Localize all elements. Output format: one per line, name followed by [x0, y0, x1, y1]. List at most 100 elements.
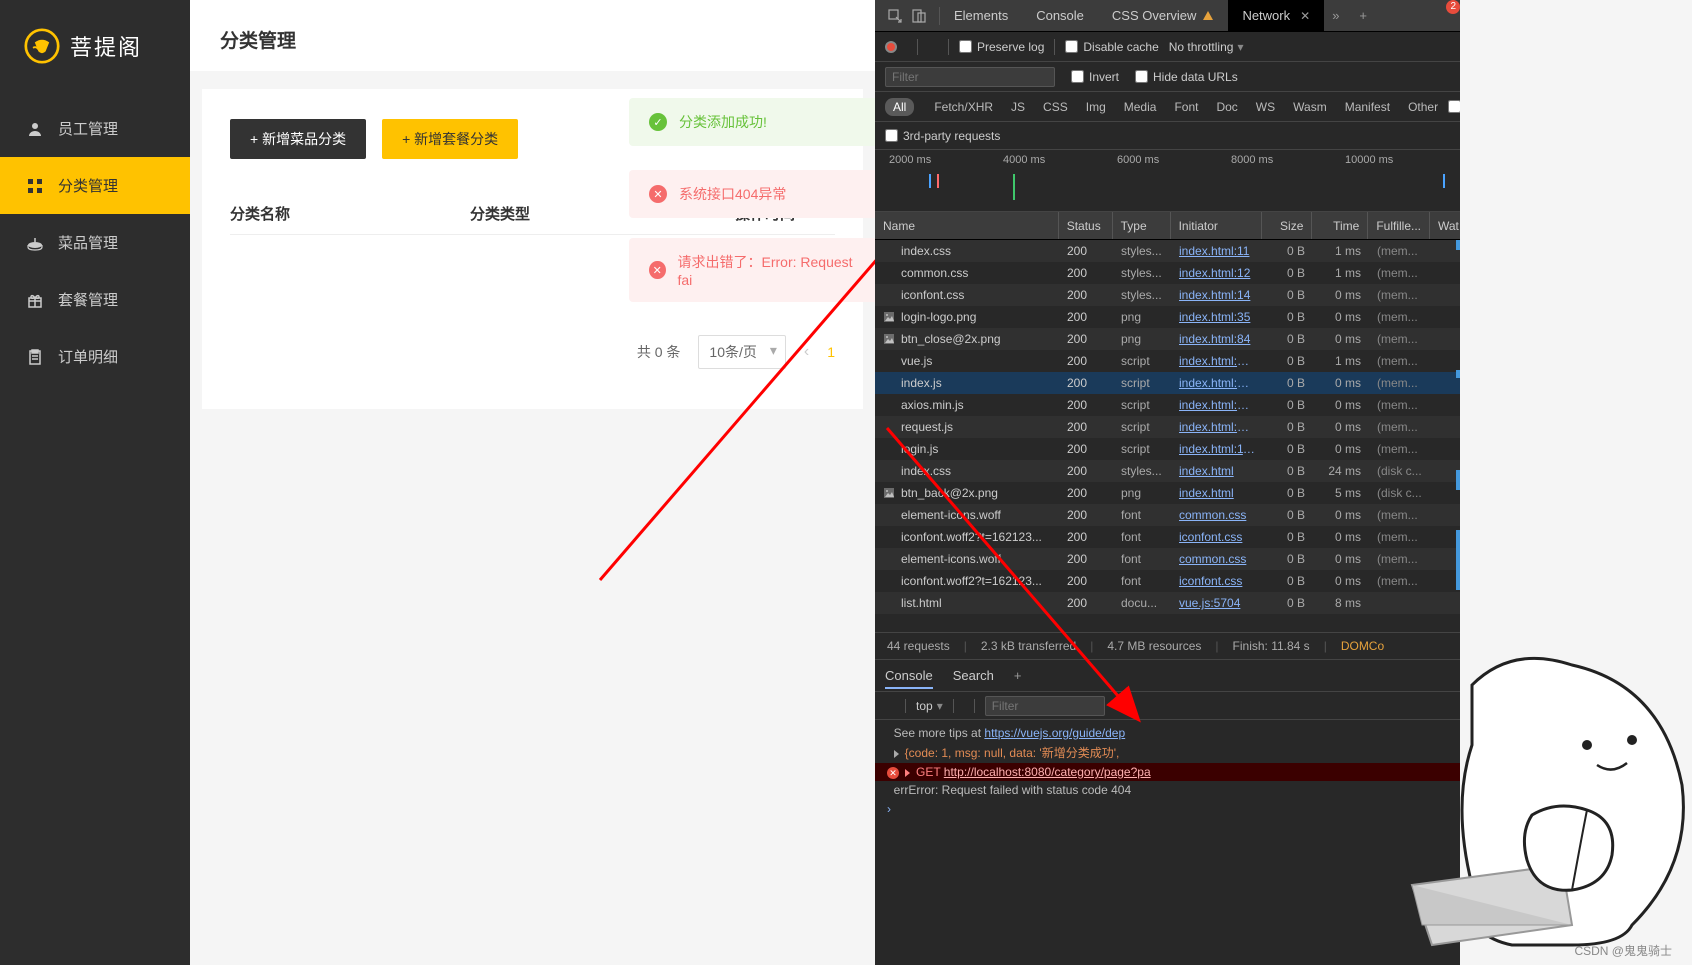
preserve-log-checkbox[interactable]: Preserve log — [959, 40, 1044, 54]
type-filter-manifest[interactable]: Manifest — [1337, 98, 1398, 116]
pagination: 共 0 条 10条/页 ‹ 1 — [230, 335, 835, 369]
type-filter-img[interactable]: Img — [1078, 98, 1114, 116]
close-icon[interactable]: ✕ — [1300, 9, 1310, 23]
throttling-select[interactable]: No throttling ▾ — [1169, 40, 1244, 54]
devtools-tabs: Elements Console CSS Overview Network✕ »… — [875, 0, 1460, 32]
logo: 菩提阁 — [0, 0, 190, 100]
error-icon: ✕ — [649, 261, 666, 279]
network-row[interactable]: vue.js200scriptindex.html:1040 B1 ms(mem… — [875, 350, 1460, 372]
th-time[interactable]: Time — [1312, 212, 1368, 239]
tab-css-overview[interactable]: CSS Overview — [1098, 0, 1229, 32]
network-row[interactable]: element-icons.woff200fontcommon.css0 B0 … — [875, 504, 1460, 526]
drawer-tab-search[interactable]: Search — [953, 668, 994, 683]
invert-checkbox[interactable]: Invert — [1071, 70, 1119, 84]
error-count-badge: 2 — [1446, 0, 1460, 14]
menu: 员工管理分类管理菜品管理套餐管理订单明细 — [0, 100, 190, 385]
network-row[interactable]: list.html200docu...vue.js:57040 B8 ms — [875, 592, 1460, 614]
clipboard-icon — [26, 348, 44, 366]
type-filter-media[interactable]: Media — [1116, 98, 1165, 116]
filter-row: Invert Hide data URLs — [875, 62, 1460, 92]
console-prompt[interactable]: › — [875, 799, 1460, 819]
drawer-add-icon[interactable]: + — [1014, 668, 1022, 683]
network-row[interactable]: btn_back@2x.png200pngindex.html0 B5 ms(d… — [875, 482, 1460, 504]
network-row[interactable]: index.css200styles...index.html0 B24 ms(… — [875, 460, 1460, 482]
network-row[interactable]: login-logo.png200pngindex.html:350 B0 ms… — [875, 306, 1460, 328]
network-toolbar: Preserve log Disable cache No throttling… — [875, 32, 1460, 62]
main: 分类管理 + 新增菜品分类 + 新增套餐分类 分类名称 分类类型 操作时间 共 … — [190, 0, 875, 965]
context-select[interactable]: top ▾ — [916, 699, 943, 713]
sidebar: 菩提阁 员工管理分类管理菜品管理套餐管理订单明细 — [0, 0, 190, 965]
sidebar-item-grid[interactable]: 分类管理 — [0, 157, 190, 214]
network-row[interactable]: index.css200styles...index.html:110 B1 m… — [875, 240, 1460, 262]
pager-prev[interactable]: ‹ — [804, 343, 809, 361]
drawer-tabs: Console Search + — [875, 660, 1460, 692]
sidebar-item-dish[interactable]: 菜品管理 — [0, 214, 190, 271]
tab-console[interactable]: Console — [1022, 0, 1098, 32]
grid-icon — [26, 177, 44, 195]
network-row[interactable]: axios.min.js200scriptindex.html:1080 B0 … — [875, 394, 1460, 416]
more-tabs-icon[interactable]: » — [1324, 8, 1347, 23]
tab-network[interactable]: Network✕ — [1228, 0, 1324, 32]
drawer-tab-console[interactable]: Console — [885, 668, 933, 689]
sidebar-item-clipboard[interactable]: 订单明细 — [0, 328, 190, 385]
network-row[interactable]: request.js200scriptindex.html:1090 B0 ms… — [875, 416, 1460, 438]
network-row[interactable]: element-icons.woff200fontcommon.css0 B0 … — [875, 548, 1460, 570]
record-icon[interactable] — [885, 41, 897, 53]
console-line-error: ✕GET http://localhost:8080/category/page… — [875, 763, 1460, 781]
third-party-checkbox[interactable]: 3rd-party requests — [885, 129, 1000, 143]
add-dish-category-button[interactable]: + 新增菜品分类 — [230, 119, 366, 159]
console-toolbar: top ▾ — [875, 692, 1460, 720]
network-filter-input[interactable] — [885, 67, 1055, 87]
th-status[interactable]: Status — [1059, 212, 1113, 239]
network-row[interactable]: index.js200scriptindex.html:1060 B0 ms(m… — [875, 372, 1460, 394]
type-filter-css[interactable]: CSS — [1035, 98, 1076, 116]
sidebar-item-gift[interactable]: 套餐管理 — [0, 271, 190, 328]
type-filter-font[interactable]: Font — [1166, 98, 1206, 116]
th-size[interactable]: Size — [1262, 212, 1312, 239]
console-body[interactable]: See more tips at https://vuejs.org/guide… — [875, 720, 1460, 823]
toast-error-404: ✕ 系统接口404异常 — [629, 170, 875, 218]
th-fulfilled[interactable]: Fulfille... — [1368, 212, 1430, 239]
network-row[interactable]: common.css200styles...index.html:120 B1 … — [875, 262, 1460, 284]
network-row[interactable]: btn_close@2x.png200pngindex.html:840 B0 … — [875, 328, 1460, 350]
network-table-body[interactable]: index.css200styles...index.html:110 B1 m… — [875, 240, 1460, 632]
network-row[interactable]: iconfont.woff2?t=162123...200fonticonfon… — [875, 526, 1460, 548]
devtools: Elements Console CSS Overview Network✕ »… — [875, 0, 1460, 965]
type-filter-fetchxhr[interactable]: Fetch/XHR — [926, 98, 1001, 116]
th-waterfall[interactable]: Wat — [1430, 212, 1460, 239]
third-party-row: 3rd-party requests — [875, 122, 1460, 150]
th-initiator[interactable]: Initiator — [1171, 212, 1263, 239]
type-filter-ws[interactable]: WS — [1248, 98, 1283, 116]
th-name: 分类名称 — [230, 203, 470, 224]
type-filter-other[interactable]: Other — [1400, 98, 1446, 116]
add-tab-icon[interactable]: + — [1347, 8, 1379, 23]
has-blocked-checkbox[interactable]: Has blocked — [1448, 93, 1460, 121]
type-filter-wasm[interactable]: Wasm — [1285, 98, 1335, 116]
logo-icon — [24, 28, 60, 64]
timeline[interactable]: 2000 ms4000 ms6000 ms8000 ms10000 ms — [875, 150, 1460, 212]
network-summary: 44 requests| 2.3 kB transferred| 4.7 MB … — [875, 632, 1460, 660]
th-type[interactable]: Type — [1113, 212, 1171, 239]
pager-size-select[interactable]: 10条/页 — [698, 335, 785, 369]
disable-cache-checkbox[interactable]: Disable cache — [1065, 40, 1158, 54]
network-row[interactable]: iconfont.css200styles...index.html:140 B… — [875, 284, 1460, 306]
type-filter-doc[interactable]: Doc — [1208, 98, 1245, 116]
inspect-icon[interactable] — [887, 8, 903, 24]
check-icon: ✓ — [649, 113, 667, 131]
type-filter-all[interactable]: All — [885, 98, 914, 116]
device-icon[interactable] — [911, 8, 927, 24]
network-row[interactable]: login.js200scriptindex.html:1100 B0 ms(m… — [875, 438, 1460, 460]
console-filter-input[interactable] — [985, 696, 1105, 716]
type-filter-js[interactable]: JS — [1003, 98, 1033, 116]
gift-icon — [26, 291, 44, 309]
add-combo-category-button[interactable]: + 新增套餐分类 — [382, 119, 518, 159]
pager-current: 1 — [827, 344, 835, 360]
tab-elements[interactable]: Elements — [940, 0, 1022, 32]
th-name[interactable]: Name — [875, 212, 1059, 239]
hide-data-urls-checkbox[interactable]: Hide data URLs — [1135, 70, 1238, 84]
console-line: errError: Request failed with status cod… — [875, 781, 1460, 799]
logo-text: 菩提阁 — [70, 30, 142, 62]
network-row[interactable]: iconfont.woff2?t=162123...200fonticonfon… — [875, 570, 1460, 592]
sidebar-item-user[interactable]: 员工管理 — [0, 100, 190, 157]
user-icon — [26, 120, 44, 138]
